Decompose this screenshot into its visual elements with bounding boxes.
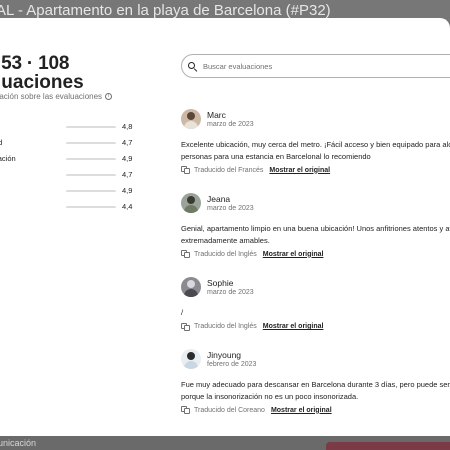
translation-note: Traducido del Inglés Mostrar el original: [181, 250, 450, 258]
reviewer-name: Jinyoung: [207, 349, 242, 360]
category-rating-row: 4,4: [0, 201, 140, 213]
reviews-modal: ,53 · 108 luaciones rmación sobre las ev…: [0, 18, 450, 436]
review-text: Fue muy adecuado para descansar en Barce…: [181, 379, 450, 402]
review-text-line: Genial, apartamento limpio en una buena …: [181, 224, 450, 233]
review-date: marzo de 2023: [207, 288, 254, 296]
category-bar: [66, 206, 116, 208]
reviews-count-label: luaciones: [0, 72, 84, 93]
translation-note: Traducido del Coreano Mostrar el original: [181, 406, 450, 414]
search-input[interactable]: [203, 61, 443, 71]
category-rating-row: n4,7: [0, 169, 140, 181]
avatar[interactable]: [181, 193, 201, 213]
category-value: 4,8: [122, 122, 133, 131]
translated-from-label: Traducido del Francés: [194, 166, 264, 174]
translate-icon: [181, 166, 190, 174]
reviewer-header: Marc marzo de 2023: [181, 108, 450, 130]
search-icon: [188, 61, 198, 72]
reviewer-header: Sophie marzo de 2023: [181, 276, 450, 298]
review-text: Excelente ubicación, muy cerca del metro…: [181, 139, 450, 162]
category-bar: [66, 190, 116, 192]
review-item: Jeana marzo de 2023 Genial, apartamento li…: [181, 192, 450, 258]
category-bar: [66, 158, 116, 160]
info-icon: i: [105, 93, 113, 100]
background-label: unicación: [0, 438, 37, 448]
review-text-line: personas para una estancia en Barcelonal…: [181, 151, 371, 161]
category-rating-row: 4,9: [0, 185, 140, 197]
search-reviews-box[interactable]: [181, 54, 450, 78]
reviewer-header: Jinyoung febrero de 2023: [181, 348, 450, 370]
reviewer-meta: Jeana marzo de 2023: [207, 194, 254, 213]
review-item: Jinyoung febrero de 2023 Fue muy adecuado …: [181, 348, 450, 414]
avatar[interactable]: [181, 109, 201, 129]
category-bar: [66, 142, 116, 144]
category-label: cación: [0, 154, 16, 163]
category-bar: [66, 126, 116, 128]
category-value: 4,7: [122, 138, 133, 147]
info-link-text: rmación sobre las evaluaciones: [0, 92, 103, 101]
translate-icon: [181, 406, 190, 414]
reviews-info-link[interactable]: rmación sobre las evaluaciones i: [0, 92, 113, 101]
category-value: 4,7: [122, 170, 133, 179]
review-text-line: Fue muy adecuado para descansar en Barce…: [181, 380, 450, 389]
translated-from-label: Traducido del Inglés: [194, 250, 257, 258]
reviewer-header: Jeana marzo de 2023: [181, 192, 450, 214]
review-text: Genial, apartamento limpio en una buena …: [181, 223, 450, 246]
avatar[interactable]: [181, 349, 201, 369]
review-item: Sophie marzo de 2023 / Traducido del Inglés…: [181, 276, 450, 331]
avatar[interactable]: [181, 277, 201, 297]
show-original-link[interactable]: Mostrar el original: [263, 323, 324, 330]
review-text-line: extremadamente amables.: [181, 235, 270, 245]
background-reserve-button: [326, 442, 450, 450]
category-rating-row: ud 4,7: [0, 137, 140, 149]
category-rating-row: a4,8: [0, 121, 140, 133]
translate-icon: [181, 322, 190, 331]
reviewer-name: Marc: [207, 109, 226, 120]
show-original-link[interactable]: Mostrar el original: [263, 251, 324, 258]
translated-from-label: Traducido del Coreano: [194, 406, 265, 414]
reviewer-name: Jeana: [207, 193, 231, 204]
category-value: 4,9: [122, 154, 133, 163]
review-item: Marc marzo de 2023 Excelente ubicación, mu…: [181, 108, 450, 174]
translation-note: Traducido del Inglés Mostrar el original: [181, 322, 450, 331]
category-label: ud: [0, 138, 3, 147]
category-rating-row: cación 4,9: [0, 153, 140, 165]
translated-from-label: Traducido del Inglés: [194, 323, 257, 330]
review-date: marzo de 2023: [207, 204, 254, 212]
review-text-line: /: [181, 308, 184, 317]
review-text-line: porque la insonorización no es un poco i…: [181, 391, 359, 401]
review-text-line: Excelente ubicación, muy cerca del metro…: [181, 140, 450, 149]
reviewer-meta: Jinyoung febrero de 2023: [207, 350, 256, 369]
show-original-link[interactable]: Mostrar el original: [269, 167, 330, 174]
category-value: 4,9: [122, 186, 133, 195]
translation-note: Traducido del Francés Mostrar el original: [181, 166, 450, 174]
category-bar: [66, 174, 116, 176]
review-text: /: [181, 307, 450, 319]
reviewer-name: Sophie: [207, 277, 234, 288]
show-original-link[interactable]: Mostrar el original: [271, 407, 332, 414]
reviewer-meta: Marc marzo de 2023: [207, 110, 254, 129]
category-value: 4,4: [122, 202, 133, 211]
review-date: febrero de 2023: [207, 360, 257, 368]
translate-icon: [181, 250, 190, 258]
review-date: marzo de 2023: [207, 120, 254, 128]
reviewer-meta: Sophie marzo de 2023: [207, 278, 254, 297]
